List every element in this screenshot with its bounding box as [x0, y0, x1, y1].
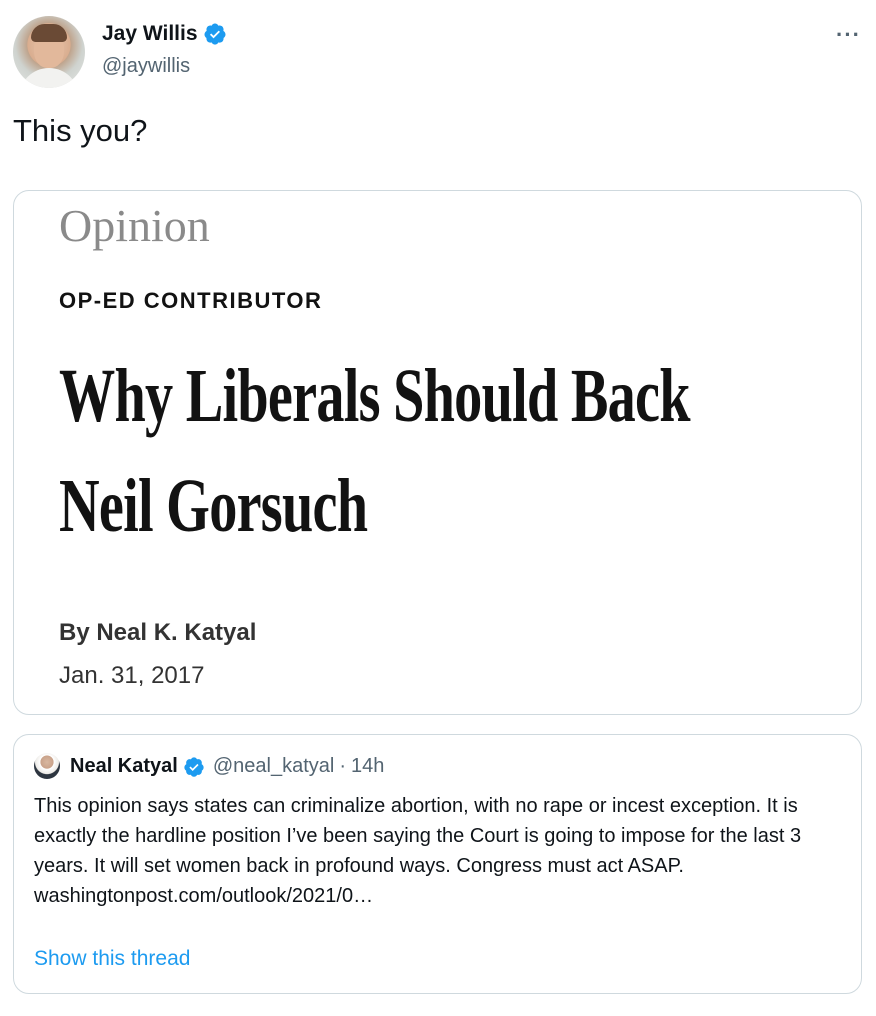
- show-thread-link[interactable]: Show this thread: [34, 947, 190, 971]
- author-avatar[interactable]: [13, 16, 85, 88]
- more-options-icon[interactable]: ···: [836, 22, 861, 48]
- quoted-separator: ·: [339, 755, 346, 777]
- avatar-hair: [31, 24, 67, 42]
- article-image-card[interactable]: Opinion OP-ED CONTRIBUTOR Why Liberals S…: [13, 190, 862, 715]
- quoted-tweet[interactable]: Neal Katyal @neal_katyal · 14h This opin…: [13, 734, 862, 994]
- article-section: Opinion: [59, 200, 210, 251]
- article-date: Jan. 31, 2017: [59, 662, 205, 689]
- quoted-tweet-header: Neal Katyal @neal_katyal · 14h: [70, 755, 384, 778]
- article-kicker: OP-ED CONTRIBUTOR: [59, 288, 323, 313]
- article-headline: Why Liberals Should Back Neil Gorsuch: [59, 341, 799, 561]
- author-name[interactable]: Jay Willis: [102, 22, 198, 46]
- verified-badge-icon: [204, 23, 226, 45]
- author-handle[interactable]: @jaywillis: [102, 55, 190, 78]
- tweet-text: This you?: [13, 113, 148, 148]
- quoted-author-handle: @neal_katyal: [212, 755, 335, 777]
- quoted-timestamp: 14h: [351, 755, 385, 777]
- quoted-author-name: Neal Katyal: [70, 755, 178, 777]
- headline-line-2: Neil Gorsuch: [59, 464, 368, 548]
- quoted-tweet-body: This opinion says states can criminalize…: [34, 791, 854, 911]
- author-name-row: Jay Willis: [102, 22, 227, 46]
- quoted-tweet-text: This opinion says states can criminalize…: [34, 795, 802, 877]
- quoted-tweet-link[interactable]: washingtonpost.com/outlook/2021/0…: [34, 885, 373, 907]
- avatar-shirt: [19, 68, 79, 88]
- article-byline: By Neal K. Katyal: [59, 619, 257, 646]
- verified-badge-icon: [184, 756, 204, 777]
- quoted-author-avatar: [34, 753, 60, 779]
- headline-line-1: Why Liberals Should Back: [59, 354, 690, 438]
